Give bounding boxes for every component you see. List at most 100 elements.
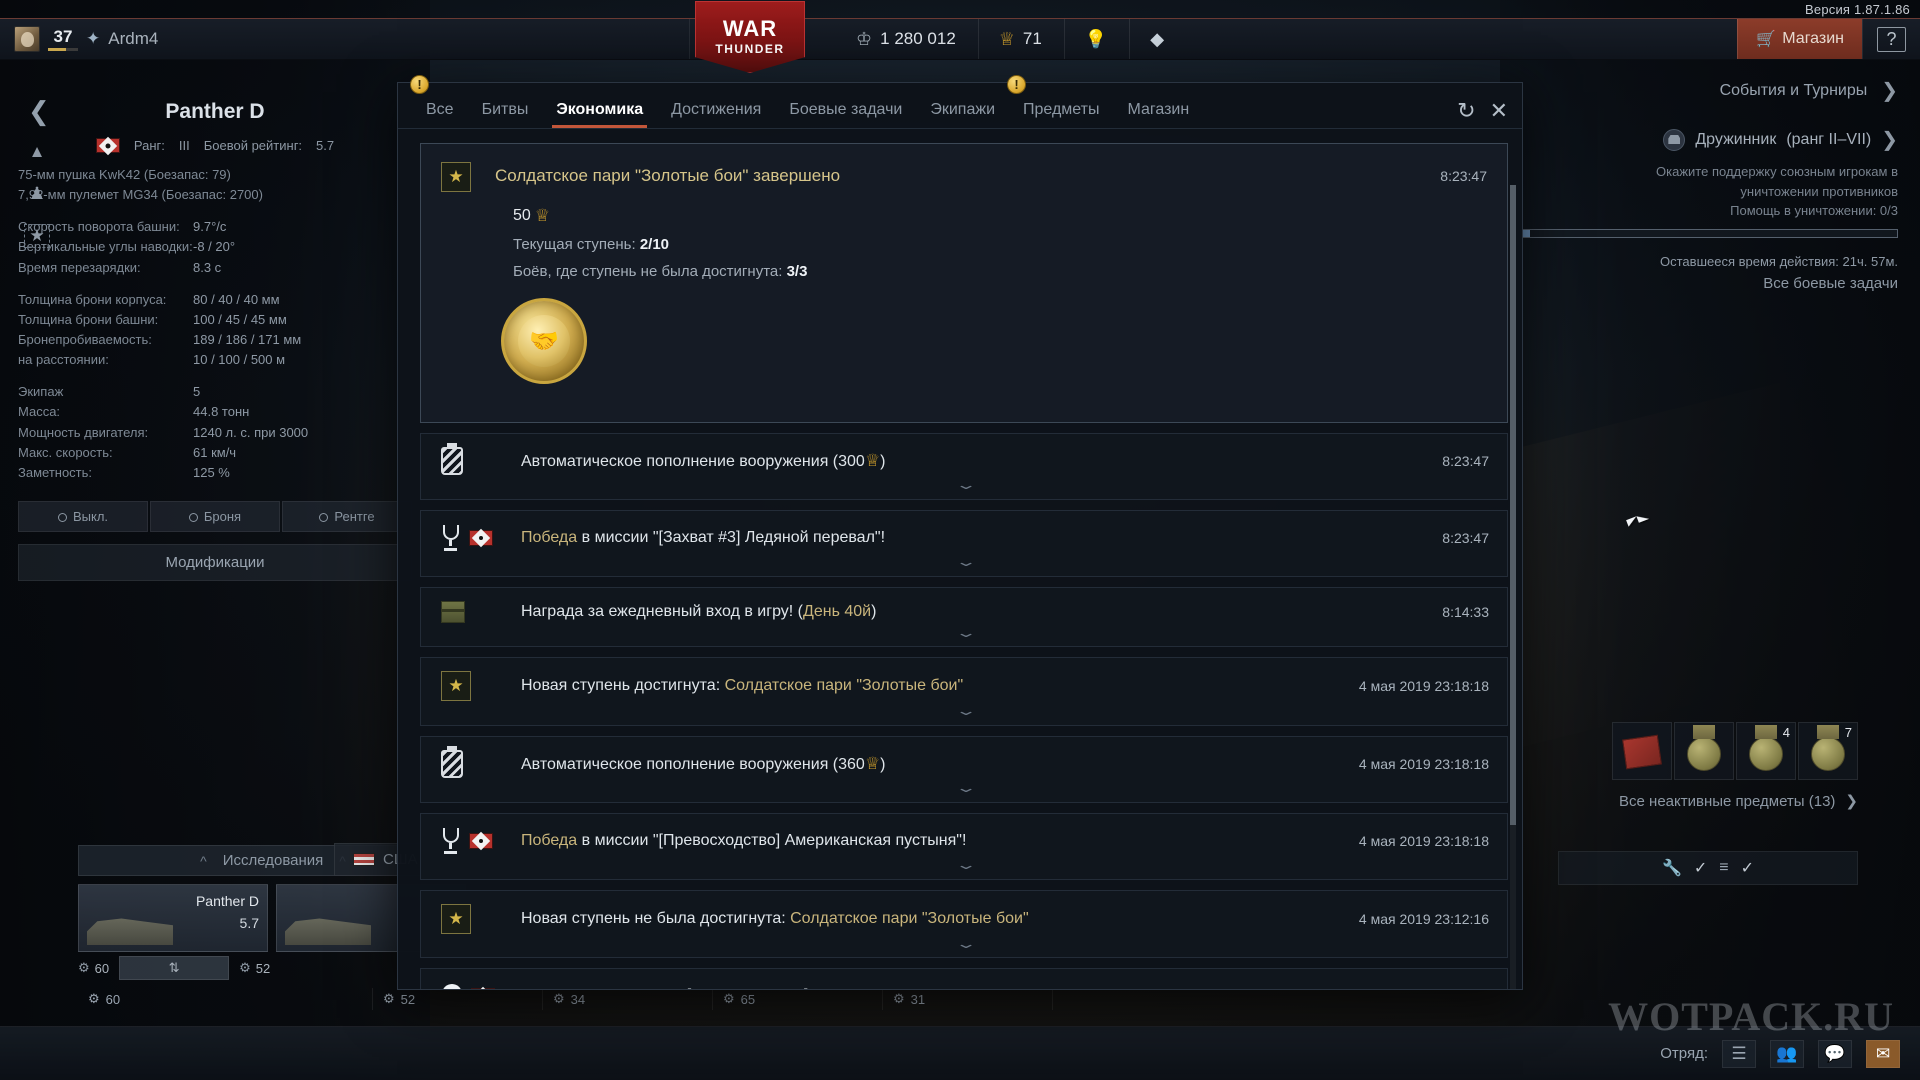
chevron-right-icon[interactable]: ❯: [1881, 127, 1898, 152]
chat-icon[interactable]: 💬: [1818, 1039, 1852, 1068]
row-text: Новая ступень достигнута: Солдатское пар…: [521, 677, 964, 695]
expand-chevron-icon[interactable]: ⌄: [441, 626, 1489, 639]
star-icon[interactable]: ★: [24, 224, 50, 248]
tab-battles[interactable]: Битвы: [468, 101, 543, 128]
version-label: Версия 1.87.1.86: [1805, 2, 1910, 17]
item-slot[interactable]: [1612, 722, 1672, 780]
rp-icon: ⚙: [893, 991, 905, 1006]
notification-row[interactable]: Награда за ежедневный вход в игру! (День…: [420, 586, 1508, 648]
armor-row: на расстоянии: 10 / 100 / 500 м: [18, 352, 286, 368]
currency-crystals[interactable]: ◆: [1129, 19, 1184, 59]
germany-flag-icon: [471, 988, 495, 989]
currency-research-points[interactable]: 💡: [1063, 19, 1127, 59]
row-icons: ★: [441, 903, 505, 934]
trophy-icon: [441, 827, 461, 855]
row-timestamp: 8:23:47: [1442, 453, 1489, 470]
topbar-left-filler: 37 ✦ Ardm4: [0, 19, 690, 59]
notification-row[interactable]: Победа в миссии "[Захват #3] Ледяной пер…: [420, 510, 1508, 577]
tank-icon[interactable]: ▲: [24, 140, 50, 164]
avatar[interactable]: [14, 26, 40, 52]
battle-task-title-row[interactable]: Дружинник (ранг II–VII) ❯: [1522, 127, 1898, 152]
eagle-icon: ♕: [864, 754, 881, 774]
notification-hero-card[interactable]: ★ Солдатское пари "Золотые бои" завершен…: [420, 143, 1508, 424]
row-text: Новая ступень не была достигнута: Солдат…: [521, 909, 1029, 927]
refresh-icon[interactable]: ↻: [1457, 100, 1475, 122]
germany-flag-icon: [469, 832, 493, 849]
tab-all[interactable]: ! Все: [410, 75, 468, 128]
all-inactive-items-link[interactable]: Все неактивные предметы (13) ❯: [1558, 792, 1858, 810]
task-description: Окажите поддержку союзным игрокам в унич…: [1522, 162, 1898, 221]
logo-line-2: THUNDER: [715, 42, 785, 56]
crew-actions-strip: 🔧 ✓ ≡ ✓: [1558, 851, 1858, 885]
check-icon[interactable]: ✓: [1694, 858, 1707, 878]
currency-golden-eagles[interactable]: ♕ 71: [977, 19, 1062, 59]
tab-armor-off[interactable]: Выкл.: [18, 500, 148, 532]
shop-button[interactable]: 🛒 Магазин: [1737, 19, 1862, 59]
crew-icon[interactable]: ♟: [24, 182, 50, 206]
row-timestamp: 4 мая 2019 23:12:16: [1358, 910, 1489, 927]
help-button[interactable]: ?: [1862, 19, 1920, 59]
gem-icon: ◆: [1150, 28, 1165, 49]
tab-crews[interactable]: Экипажи: [916, 101, 1009, 128]
streaks-icon[interactable]: ≡: [1719, 859, 1728, 877]
currency-silver-lions[interactable]: ♔ 1 280 012: [836, 19, 976, 59]
events-panel: События и Турниры ❯ Дружинник (ранг II–V…: [1500, 78, 1920, 292]
medal-icon: [1749, 737, 1783, 772]
vehicle-rank-row: Ранг: III Боевой рейтинг: 5.7: [18, 138, 412, 153]
expand-chevron-icon[interactable]: ⌄: [441, 858, 1489, 871]
rp-cell: ⚙ 60: [78, 988, 373, 1010]
weapon-line: 7,92-мм пулемет MG34 (Боезапас: 2700): [18, 187, 263, 203]
tab-armor[interactable]: Броня: [150, 500, 280, 532]
tab-economy[interactable]: Экономика: [542, 101, 657, 129]
item-slot[interactable]: [1674, 722, 1734, 780]
expand-chevron-icon[interactable]: ⌄: [441, 705, 1489, 718]
chevron-right-icon[interactable]: ❯: [1881, 78, 1898, 103]
inactive-items-strip: 4 7: [1612, 722, 1858, 780]
expand-chevron-icon[interactable]: ⌄: [441, 781, 1489, 794]
expand-chevron-icon[interactable]: ⌄: [441, 937, 1489, 950]
hero-reward-value: 50: [513, 207, 531, 225]
row-icons: [441, 447, 505, 476]
notification-row[interactable]: Автоматическое пополнение вооружения (30…: [420, 433, 1508, 501]
convert-button[interactable]: ⇅: [119, 956, 230, 980]
tab-items[interactable]: ! Предметы: [1007, 75, 1113, 128]
friends-icon[interactable]: 👥: [1770, 1039, 1804, 1068]
row-text: Автоматическое пополнение вооружения (30…: [521, 451, 886, 471]
row-icons: [441, 750, 505, 779]
watermark: WOTPACK.RU: [1608, 994, 1894, 1039]
notification-row[interactable]: Поражение в миссии "[Превосходство] Амер…: [420, 968, 1508, 989]
check-icon[interactable]: ✓: [1741, 858, 1754, 878]
notification-row[interactable]: Победа в миссии "[Превосходство] Америка…: [420, 812, 1508, 880]
chevron-right-icon: ❯: [1845, 793, 1858, 810]
rank-label: Ранг:: [133, 138, 165, 153]
item-count: 7: [1844, 725, 1852, 740]
player-block[interactable]: 37 ✦ Ardm4: [0, 19, 689, 59]
tab-shop[interactable]: Магазин: [1113, 101, 1203, 128]
expand-chevron-icon[interactable]: ⌄: [441, 555, 1489, 568]
star-box-icon: ★: [441, 671, 471, 702]
tab-achievements[interactable]: Достижения: [657, 101, 775, 128]
research-points-strip: ⚙ 60 ⚙ 52 ⚙ 34 ⚙ 65 ⚙ 31: [78, 988, 1098, 1010]
item-slot[interactable]: 4: [1736, 722, 1796, 780]
list-icon[interactable]: ☰: [1722, 1039, 1756, 1068]
item-slot[interactable]: 7: [1798, 722, 1858, 780]
wrench-icon[interactable]: 🔧: [1662, 858, 1682, 878]
tab-xray[interactable]: Рентге: [282, 500, 412, 532]
mail-icon[interactable]: ✉: [1866, 1039, 1900, 1068]
task-progress-label: Помощь в уничтожении: 0/3: [1730, 203, 1898, 218]
notification-row[interactable]: Автоматическое пополнение вооружения (36…: [420, 736, 1508, 803]
armor-row: Бронепробиваемость: 189 / 186 / 171 мм: [18, 331, 302, 347]
back-chevron-icon[interactable]: ❮: [28, 98, 50, 124]
modifications-button[interactable]: Модификации: [18, 543, 412, 581]
all-battle-tasks-link[interactable]: Все боевые задачи: [1522, 275, 1898, 292]
notifications-modal: ! Все Битвы Экономика Достижения Боевые …: [397, 75, 1523, 990]
tab-battle-tasks[interactable]: Боевые задачи: [775, 101, 916, 128]
notification-row[interactable]: ★ Новая ступень достигнута: Солдатское п…: [420, 657, 1508, 727]
research-card[interactable]: Panther D 5.7: [78, 884, 268, 952]
events-header[interactable]: События и Турниры ❯: [1522, 78, 1898, 111]
notification-row[interactable]: ★ Новая ступень не была достигнута: Солд…: [420, 889, 1508, 959]
star-box-icon: ★: [441, 903, 471, 934]
close-icon[interactable]: ✕: [1490, 100, 1508, 122]
expand-chevron-icon[interactable]: ⌄: [441, 479, 1489, 492]
hero-title: Солдатское пари "Золотые бои" завершено: [495, 166, 841, 186]
